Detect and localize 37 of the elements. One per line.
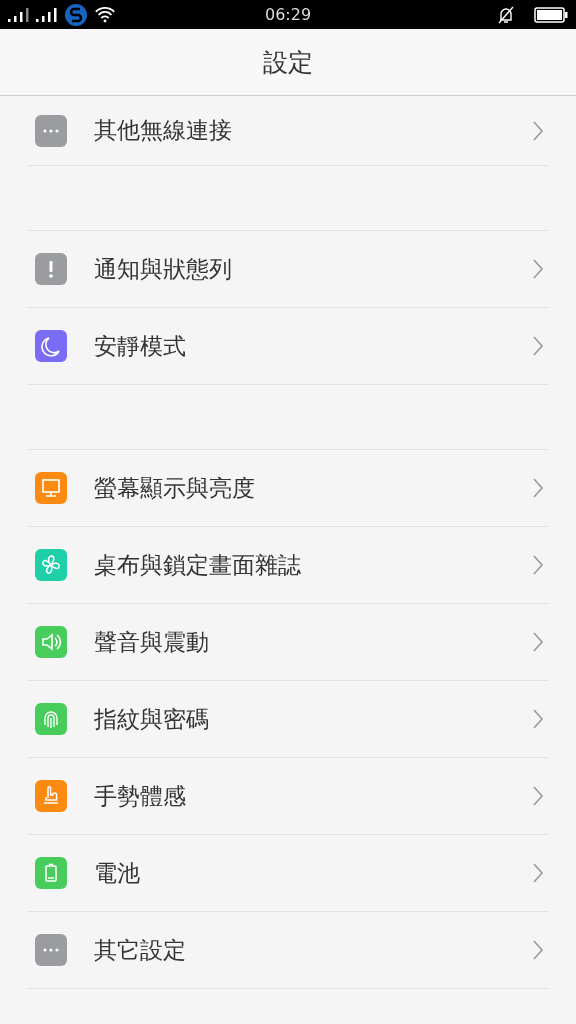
chevron-icon [532, 709, 544, 729]
item-label: 其它設定 [94, 935, 187, 965]
settings-item[interactable]: 桌布與鎖定畫面雜誌 [28, 527, 548, 604]
item-label: 手勢體感 [94, 781, 187, 811]
chevron-icon [532, 336, 544, 356]
item-label: 螢幕顯示與亮度 [94, 473, 256, 503]
item-label: 聲音與震動 [94, 627, 210, 657]
bell-off-icon [496, 4, 516, 25]
signal-icon [36, 7, 58, 22]
battery-icon [534, 6, 568, 23]
chevron-icon [532, 786, 544, 806]
settings-item[interactable]: 電池 [28, 835, 548, 912]
item-label: 電池 [94, 858, 141, 888]
chevron-icon [532, 120, 544, 141]
item-label: 其他無線連接 [94, 116, 233, 145]
chevron-icon [532, 478, 544, 498]
screen-title: 設定 [263, 46, 313, 79]
chevron-icon [532, 863, 544, 883]
settings-item[interactable]: 安靜模式 [28, 308, 548, 385]
clock: 06:29 [264, 5, 312, 24]
chevron-icon [532, 259, 544, 279]
item-label: 安靜模式 [94, 331, 187, 361]
settings-item[interactable]: 其它設定 [28, 912, 548, 989]
chevron-icon [532, 632, 544, 652]
signal-icon [8, 7, 30, 22]
settings-item[interactable]: 聲音與震動 [28, 604, 548, 681]
item-label: 指紋與密碼 [94, 704, 210, 734]
item-label: 通知與狀態列 [94, 254, 233, 284]
item-label: 桌布與鎖定畫面雜誌 [94, 550, 302, 580]
settings-item[interactable]: 手勢體感 [28, 758, 548, 835]
settings-item[interactable]: 指紋與密碼 [28, 681, 548, 758]
settings-item[interactable]: 其他無線連接 [28, 96, 548, 166]
chevron-icon [532, 555, 544, 575]
wifi-icon [94, 6, 116, 23]
chevron-icon [532, 940, 544, 960]
settings-item[interactable]: 通知與狀態列 [28, 231, 548, 308]
settings-item[interactable]: 螢幕顯示與亮度 [28, 450, 548, 527]
